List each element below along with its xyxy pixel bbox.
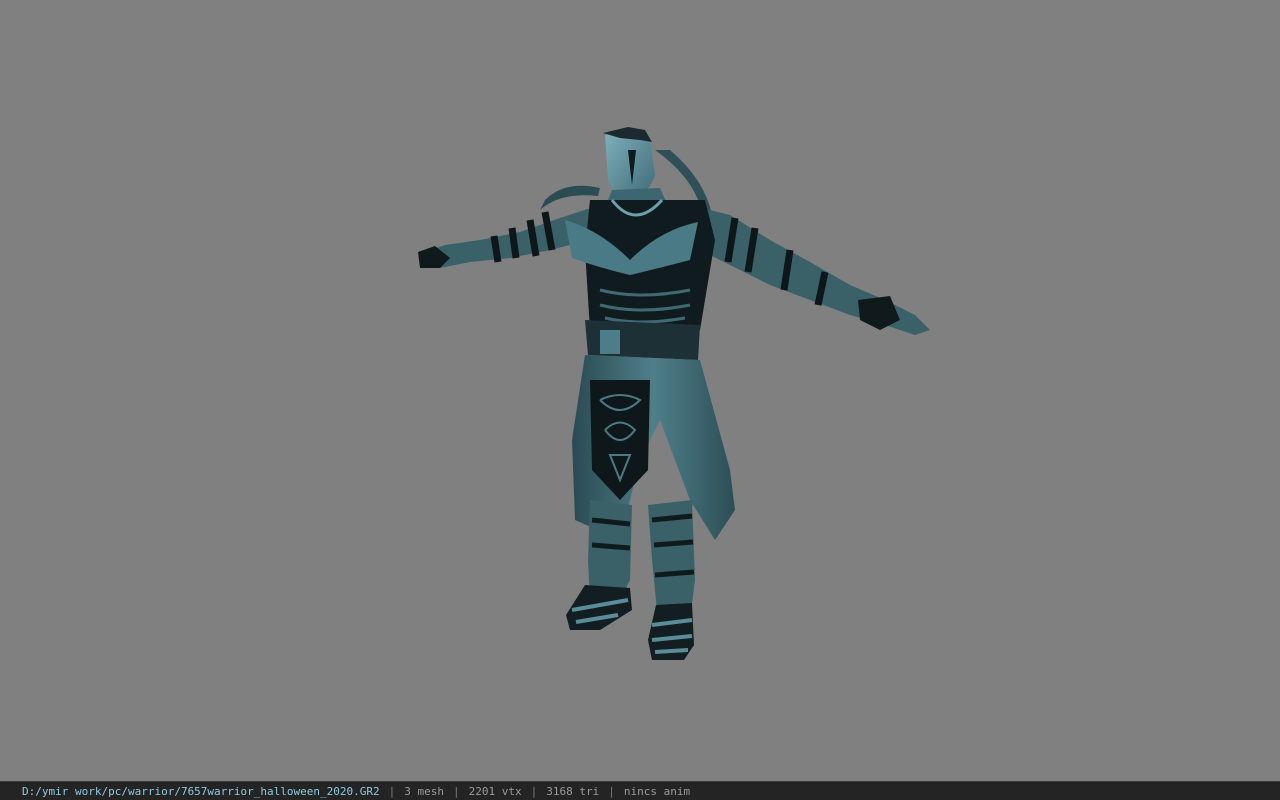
file-path-label: D:/ymir work/pc/warrior/7657warrior_hall… <box>22 784 380 798</box>
mesh-count-label: 3 mesh <box>404 784 444 798</box>
status-separator: | <box>388 784 396 798</box>
3d-viewport[interactable] <box>0 0 1280 781</box>
status-bar: D:/ymir work/pc/warrior/7657warrior_hall… <box>0 781 1280 800</box>
belt-buckle <box>600 330 620 354</box>
status-separator: | <box>453 784 460 798</box>
status-separator: | <box>530 784 538 798</box>
vertex-count-label: 2201 vtx <box>468 784 522 798</box>
triangle-count-label: 3168 tri <box>546 784 600 798</box>
animation-label: nincs anim <box>623 784 691 798</box>
character-model <box>418 127 930 660</box>
status-separator: | <box>608 784 615 798</box>
